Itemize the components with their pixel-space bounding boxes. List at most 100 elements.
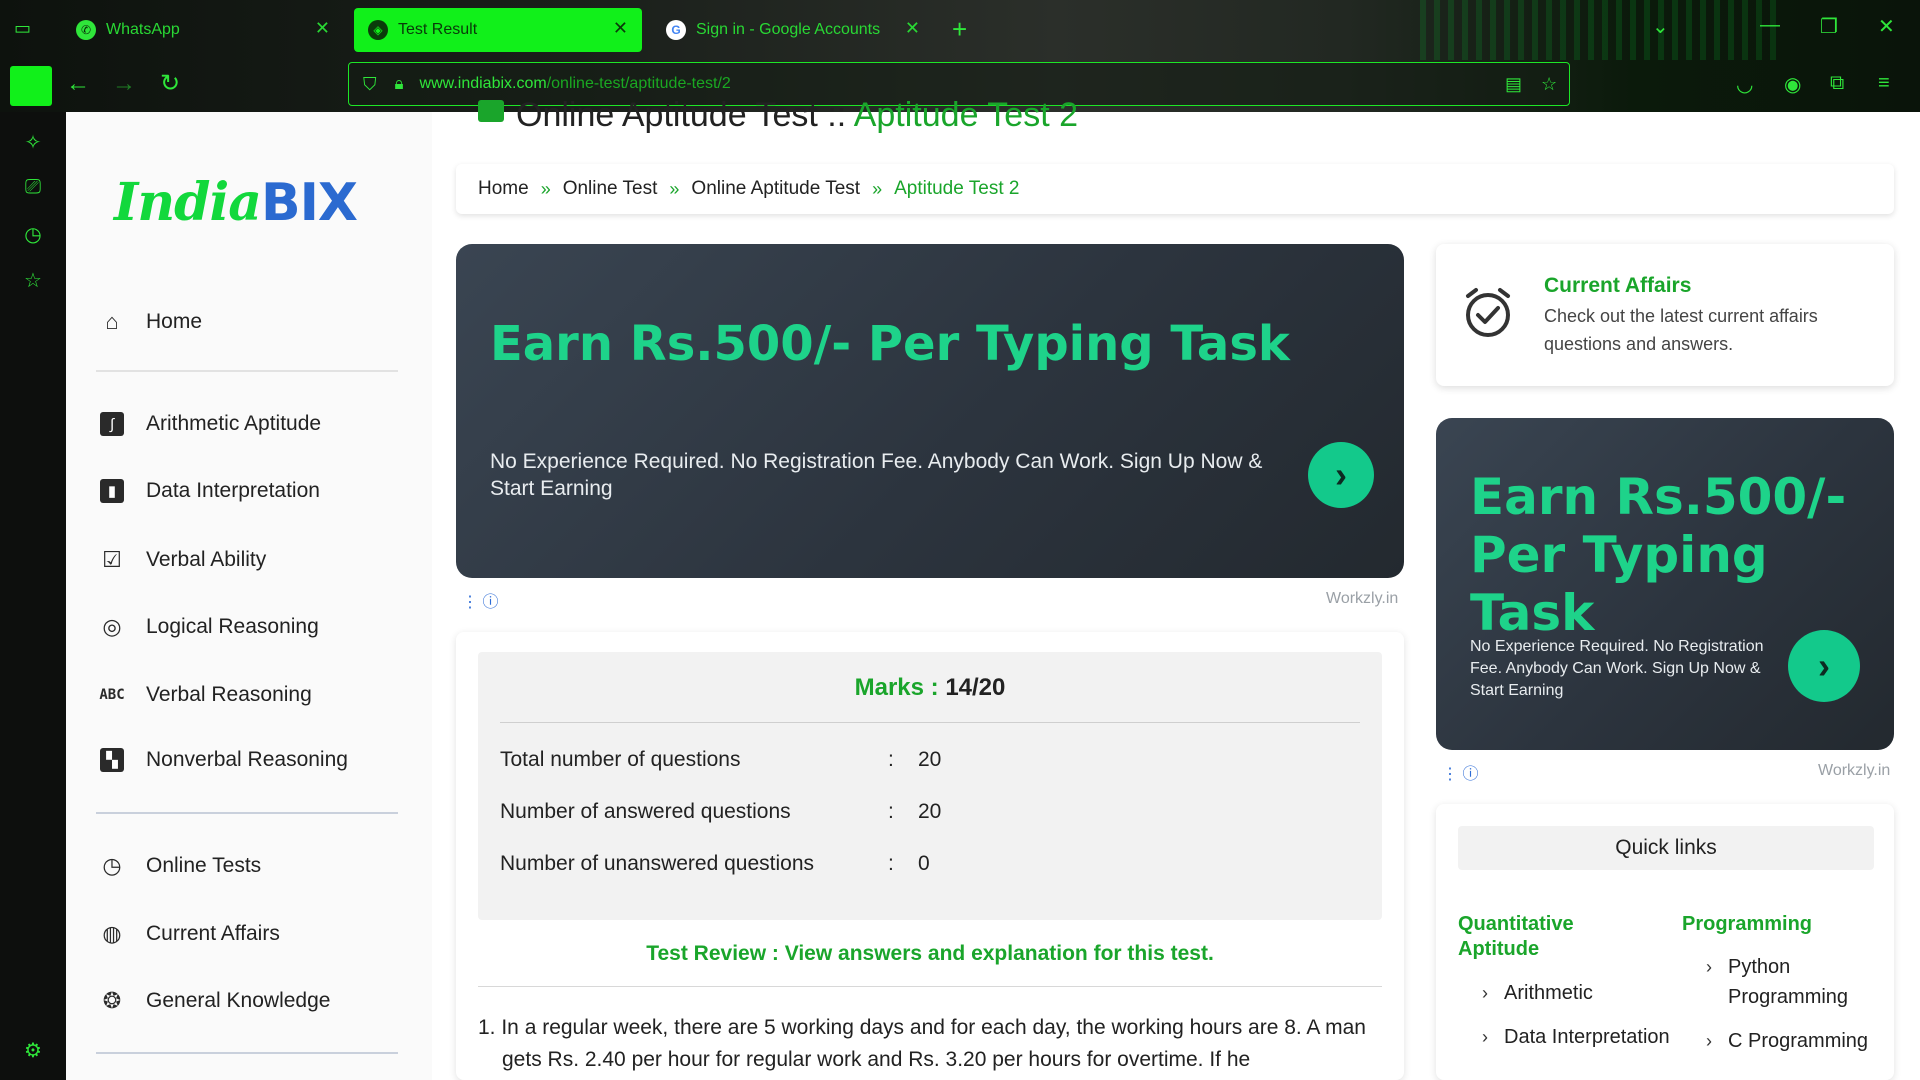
divider xyxy=(96,370,398,372)
ad-banner-side[interactable]: Earn Rs.500/- Per Typing Task No Experie… xyxy=(1436,418,1894,750)
indiabix-logo[interactable]: IndiaBIX xyxy=(114,164,384,244)
quick-links-col-title[interactable]: Quantitative Aptitude xyxy=(1458,912,1658,962)
tab-whatsapp[interactable]: ✆ WhatsApp ✕ xyxy=(62,8,344,52)
divider xyxy=(96,1052,398,1054)
quick-links-col-title[interactable]: Programming xyxy=(1682,912,1882,937)
ad-source[interactable]: Workzly.in xyxy=(1326,590,1398,608)
google-icon: G xyxy=(666,20,686,40)
sidebar-item-label: Verbal Reasoning xyxy=(146,683,312,706)
abc-icon: ABC xyxy=(99,687,125,703)
stat-label: Total number of questions xyxy=(500,748,741,771)
clock-icon: ◷ xyxy=(102,853,122,878)
breadcrumb-current: Aptitude Test 2 xyxy=(894,178,1020,199)
minimize-button[interactable]: — xyxy=(1760,14,1780,37)
sidebar-item-label: Data Interpretation xyxy=(146,479,320,502)
shield-icon[interactable]: ⛉ xyxy=(363,74,377,95)
restore-button[interactable]: ❐ xyxy=(1820,14,1838,39)
quick-link-arithmetic[interactable]: › Arithmetic xyxy=(1482,978,1674,1008)
marks-value: 14/20 xyxy=(945,674,1006,701)
test-review-link[interactable]: Test Review : View answers and explanati… xyxy=(456,942,1404,966)
breadcrumb-online-aptitude-test[interactable]: Online Aptitude Test xyxy=(691,178,860,200)
reload-icon[interactable]: ↻ xyxy=(160,70,180,98)
stat-label: Number of answered questions xyxy=(500,800,791,823)
quick-link-label: Arithmetic xyxy=(1504,982,1593,1004)
current-affairs-card[interactable]: Current Affairs Check out the latest cur… xyxy=(1436,244,1894,386)
sidebar-item-label: General Knowledge xyxy=(146,989,331,1012)
sidebar-item-label: Logical Reasoning xyxy=(146,615,319,638)
stat-colon: : xyxy=(888,852,894,875)
sidebar-item-label: Verbal Ability xyxy=(146,548,267,571)
stat-unanswered-questions: Number of unanswered questions : 0 xyxy=(500,852,1360,876)
sidebar-item-arithmetic-aptitude[interactable]: ∫ Arithmetic Aptitude xyxy=(98,412,321,436)
settings-gear-icon[interactable]: ⚙ xyxy=(20,1038,46,1064)
question-1-text: 1. In a regular week, there are 5 workin… xyxy=(478,1016,1366,1071)
quick-link-python[interactable]: › Python Programming xyxy=(1706,952,1898,1012)
stat-total-questions: Total number of questions : 20 xyxy=(500,748,1360,772)
chevron-right-icon: › xyxy=(1706,1031,1712,1051)
logo-text-india: India xyxy=(114,172,262,233)
close-tab-icon[interactable]: ✕ xyxy=(613,18,628,39)
tab-list-icon[interactable]: ▭ xyxy=(14,18,38,40)
ad-arrow-button[interactable]: › xyxy=(1308,442,1374,508)
list-all-tabs-icon[interactable]: ⌄ xyxy=(1652,14,1669,39)
current-affairs-title[interactable]: Current Affairs xyxy=(1544,274,1691,298)
quick-link-label: Python Programming xyxy=(1728,956,1849,1008)
result-card: Marks : 14/20 Total number of questions … xyxy=(456,632,1404,1080)
site-sidebar: IndiaBIX ⌂ Home ∫ Arithmetic Aptitude ▮ … xyxy=(66,112,432,1080)
integral-icon: ∫ xyxy=(100,412,124,436)
checklist-icon: ☑ xyxy=(102,547,122,572)
ad-info-icon[interactable]: ⋮ ⓘ xyxy=(1442,760,1478,784)
sidebar-item-data-interpretation[interactable]: ▮ Data Interpretation xyxy=(98,479,320,503)
quick-link-data-interpretation[interactable]: › Data Interpretation xyxy=(1482,1022,1674,1052)
breadcrumb: Home » Online Test » Online Aptitude Tes… xyxy=(456,164,1894,214)
breadcrumb-home[interactable]: Home xyxy=(478,178,529,200)
sidebar-item-current-affairs[interactable]: ◍ Current Affairs xyxy=(98,920,279,948)
tab-bar: ▭ ✆ WhatsApp ✕ ◈ Test Result ✕ G Sign in… xyxy=(0,0,1920,58)
sidebar-item-verbal-ability[interactable]: ☑ Verbal Ability xyxy=(98,546,266,574)
breadcrumb-online-test[interactable]: Online Test xyxy=(563,178,658,200)
quick-link-c[interactable]: › C Programming xyxy=(1706,1026,1898,1056)
indiabix-favicon-icon: ◈ xyxy=(368,20,388,40)
sidebar-item-general-knowledge[interactable]: ❂ General Knowledge xyxy=(98,987,331,1015)
ad-source[interactable]: Workzly.in xyxy=(1818,762,1890,780)
ad-info-icon[interactable]: ⋮ ⓘ xyxy=(462,588,498,612)
close-tab-icon[interactable]: ✕ xyxy=(905,18,920,39)
stat-value: 20 xyxy=(918,748,942,771)
stat-value: 20 xyxy=(918,800,942,823)
ad-banner-main[interactable]: Earn Rs.500/- Per Typing Task No Experie… xyxy=(456,244,1404,578)
home-icon: ⌂ xyxy=(105,309,119,334)
ad-arrow-button[interactable]: › xyxy=(1788,630,1860,702)
logo-text: IndiaBIX xyxy=(114,172,358,233)
sidebar-item-verbal-reasoning[interactable]: ABC Verbal Reasoning xyxy=(98,681,312,709)
marks-label: Marks : xyxy=(854,674,946,701)
sidebar-item-label: Arithmetic Aptitude xyxy=(146,412,322,435)
chevron-right-icon: › xyxy=(1706,957,1712,977)
bookmarks-icon[interactable]: ☆ xyxy=(20,268,46,294)
new-tab-button[interactable]: + xyxy=(952,14,967,45)
synced-tabs-icon[interactable]: ⎚ xyxy=(20,176,46,202)
back-icon[interactable]: ← xyxy=(66,70,90,98)
tab-test-result[interactable]: ◈ Test Result ✕ xyxy=(354,8,642,52)
quick-link-label: Data Interpretation xyxy=(1504,1026,1670,1048)
stat-answered-questions: Number of answered questions : 20 xyxy=(500,800,1360,824)
ad-headline: Earn Rs.500/- Per Typing Task xyxy=(1470,468,1847,642)
quick-links-col-quantitative: Quantitative Aptitude › Arithmetic › Data … xyxy=(1458,912,1670,1048)
sidebar-item-home[interactable]: ⌂ Home xyxy=(98,308,202,336)
close-window-button[interactable]: ✕ xyxy=(1878,14,1895,39)
alarm-clock-check-icon xyxy=(1466,288,1510,337)
history-icon[interactable]: ◷ xyxy=(20,222,46,248)
close-tab-icon[interactable]: ✕ xyxy=(315,18,330,39)
forward-icon[interactable]: → xyxy=(112,70,136,98)
ai-sparkle-icon[interactable]: ✧ xyxy=(20,130,46,156)
marks-heading: Marks : 14/20 xyxy=(478,674,1382,702)
bar-chart-icon: ▮ xyxy=(100,479,124,503)
sidebar-item-online-tests[interactable]: ◷ Online Tests xyxy=(98,852,261,880)
sidebar-item-logical-reasoning[interactable]: ◎ Logical Reasoning xyxy=(98,613,319,641)
sidebar-item-label: Nonverbal Reasoning xyxy=(146,748,348,771)
sidebar-item-nonverbal-reasoning[interactable]: ▚ Nonverbal Reasoning xyxy=(98,748,348,772)
chevron-right-icon: › xyxy=(1482,983,1488,1003)
lock-icon[interactable]: 🔒︎ xyxy=(395,74,404,94)
sidebar-toggle-button[interactable] xyxy=(10,66,52,106)
quick-link-label: C Programming xyxy=(1728,1030,1869,1052)
tab-google-signin[interactable]: G Sign in - Google Accounts ✕ xyxy=(652,8,934,52)
